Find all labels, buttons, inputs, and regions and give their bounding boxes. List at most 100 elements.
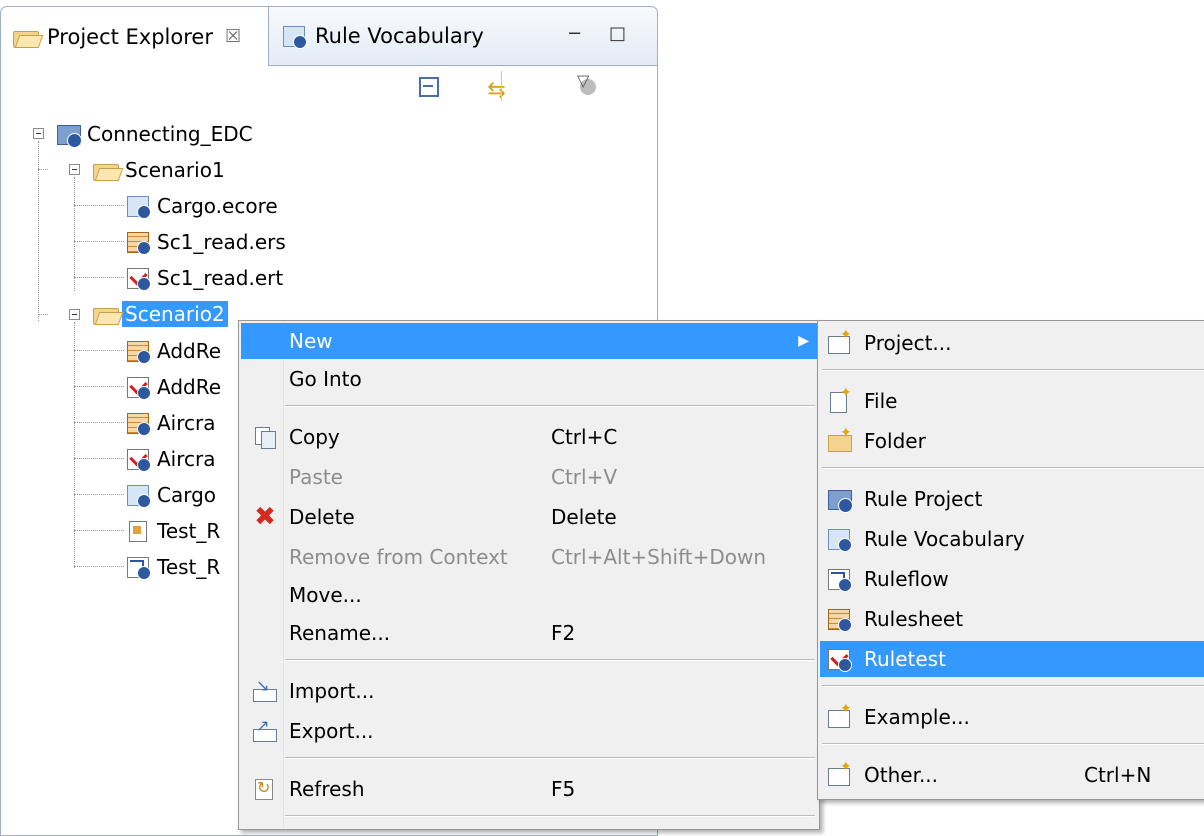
tree-node-file[interactable]: Cargo xyxy=(127,478,216,512)
minimize-button[interactable]: − xyxy=(567,23,582,44)
tree-node-root[interactable]: Connecting_EDC xyxy=(57,117,253,151)
submenu-arrow-icon: ▶ xyxy=(798,333,809,349)
tree-node-file[interactable]: Sc1_read.ers xyxy=(127,225,286,259)
tree-line xyxy=(74,422,124,423)
new-example-icon xyxy=(828,701,852,728)
ruletest-file-icon xyxy=(127,267,151,291)
menu-item-shortcut: Ctrl+V xyxy=(551,465,618,489)
rule-project-icon xyxy=(828,488,853,513)
copy-icon xyxy=(253,426,277,449)
menu-item-shortcut: Delete xyxy=(551,505,617,529)
new-other-icon xyxy=(828,759,852,786)
tree-line xyxy=(38,141,39,321)
tree-node-file[interactable]: Test_R xyxy=(127,514,220,548)
menu-item-export[interactable]: Export... xyxy=(241,713,817,749)
tree-line xyxy=(74,458,124,459)
menu-item-label: Refresh xyxy=(289,777,365,801)
submenu-item-ruleflow[interactable]: Ruleflow xyxy=(820,561,1204,597)
submenu-item-rule-vocabulary[interactable]: Rule Vocabulary xyxy=(820,521,1204,557)
tree-node-file[interactable]: AddRe xyxy=(127,370,221,404)
menu-item-new[interactable]: New ▶ xyxy=(241,323,817,359)
menu-item-remove-from-context[interactable]: Remove from Context Ctrl+Alt+Shift+Down xyxy=(241,539,817,575)
menu-separator xyxy=(822,369,1204,371)
context-menu: New ▶ Go Into Copy Ctrl+C Paste Ctrl+V ✖… xyxy=(238,320,820,830)
tree-node-label: Cargo xyxy=(157,483,217,507)
menu-item-refresh[interactable]: Refresh F5 xyxy=(241,771,817,807)
rulesheet-file-icon xyxy=(127,231,151,255)
view-tab-bar: Project Explorer ☒ Rule Vocabulary − □ xyxy=(1,7,657,66)
submenu-item-rule-project[interactable]: Rule Project xyxy=(820,481,1204,517)
submenu-item-other[interactable]: Other... Ctrl+N xyxy=(820,757,1204,793)
tree-line xyxy=(74,241,124,242)
ruleflow-icon xyxy=(828,568,852,592)
tree-node-file[interactable]: Cargo.ecore xyxy=(127,189,278,223)
view-toolbar: ⇆ ▽ xyxy=(417,71,637,107)
tree-node-file[interactable]: AddRe xyxy=(127,334,221,368)
tab-rule-vocabulary[interactable]: Rule Vocabulary xyxy=(271,7,511,65)
new-folder-icon xyxy=(828,425,852,452)
tree-node-scenario2[interactable]: Scenario2 xyxy=(93,297,228,331)
new-project-icon xyxy=(828,327,852,354)
menu-separator xyxy=(822,685,1204,687)
import-icon xyxy=(253,676,277,702)
tree-line xyxy=(74,386,124,387)
menu-item-go-into[interactable]: Go Into xyxy=(241,361,817,397)
tree-node-label: Sc1_read.ert xyxy=(157,266,284,290)
menu-item-delete[interactable]: ✖ Delete Delete xyxy=(241,499,817,535)
new-submenu: Project... File Folder Rule Project Rule… xyxy=(817,320,1204,800)
collapse-toggle[interactable] xyxy=(69,164,80,175)
menu-separator xyxy=(822,467,1204,469)
menu-item-label: Move... xyxy=(289,583,362,607)
maximize-button[interactable]: □ xyxy=(609,23,626,44)
tree-node-scenario1[interactable]: Scenario1 xyxy=(93,153,225,187)
menu-separator xyxy=(285,757,815,759)
menu-item-label: Ruleflow xyxy=(864,567,949,591)
menu-item-label: File xyxy=(864,389,898,413)
tree-node-file[interactable]: Aircra xyxy=(127,406,216,440)
rule-vocabulary-icon xyxy=(828,528,852,552)
close-icon[interactable]: ☒ xyxy=(225,26,241,47)
tree-line xyxy=(38,169,48,170)
tree-node-label: Connecting_EDC xyxy=(87,122,253,146)
tree-line xyxy=(74,322,75,568)
menu-item-label: Example... xyxy=(864,705,970,729)
submenu-item-ruletest[interactable]: Ruletest xyxy=(820,641,1204,677)
rule-vocabulary-file-icon xyxy=(127,484,151,508)
tree-line xyxy=(74,177,75,291)
ruletest-icon xyxy=(828,648,852,672)
submenu-item-folder[interactable]: Folder xyxy=(820,423,1204,459)
new-file-icon xyxy=(828,385,852,413)
tab-label: Project Explorer xyxy=(47,24,213,49)
submenu-item-file[interactable]: File xyxy=(820,383,1204,419)
menu-item-shortcut: Ctrl+C xyxy=(551,425,618,449)
menu-item-paste[interactable]: Paste Ctrl+V xyxy=(241,459,817,495)
submenu-item-example[interactable]: Example... xyxy=(820,699,1204,735)
submenu-item-rulesheet[interactable]: Rulesheet xyxy=(820,601,1204,637)
menu-item-label: Import... xyxy=(289,679,375,703)
menu-item-move[interactable]: Move... xyxy=(241,577,817,613)
tree-line xyxy=(74,350,124,351)
menu-item-label: Export... xyxy=(289,719,374,743)
submenu-item-project[interactable]: Project... xyxy=(820,325,1204,361)
collapse-toggle[interactable] xyxy=(33,128,44,139)
tree-node-file[interactable]: Sc1_read.ert xyxy=(127,261,283,295)
tree-node-file[interactable]: Test_R xyxy=(127,550,220,584)
link-with-editor-icon[interactable]: ⇆ xyxy=(487,80,511,102)
collapse-all-icon[interactable] xyxy=(417,75,441,97)
collapse-toggle[interactable] xyxy=(69,309,80,320)
menu-item-label: Other... xyxy=(864,763,939,787)
rule-vocabulary-icon xyxy=(283,25,307,49)
menu-item-label: Rulesheet xyxy=(864,607,964,631)
menu-item-import[interactable]: Import... xyxy=(241,673,817,709)
tree-line xyxy=(74,277,124,278)
view-menu-icon[interactable]: ▽ xyxy=(577,71,589,90)
tab-label: Rule Vocabulary xyxy=(315,24,484,48)
menu-item-label: Rule Vocabulary xyxy=(864,527,1025,551)
tree-node-file[interactable]: Aircra xyxy=(127,442,216,476)
menu-item-rename[interactable]: Rename... F2 xyxy=(241,615,817,651)
rulesheet-file-icon xyxy=(127,340,151,364)
tab-project-explorer[interactable]: Project Explorer ☒ xyxy=(1,7,269,66)
menu-item-copy[interactable]: Copy Ctrl+C xyxy=(241,419,817,455)
tree-node-label: Test_R xyxy=(157,519,221,543)
menu-item-label: Ruletest xyxy=(864,647,946,671)
